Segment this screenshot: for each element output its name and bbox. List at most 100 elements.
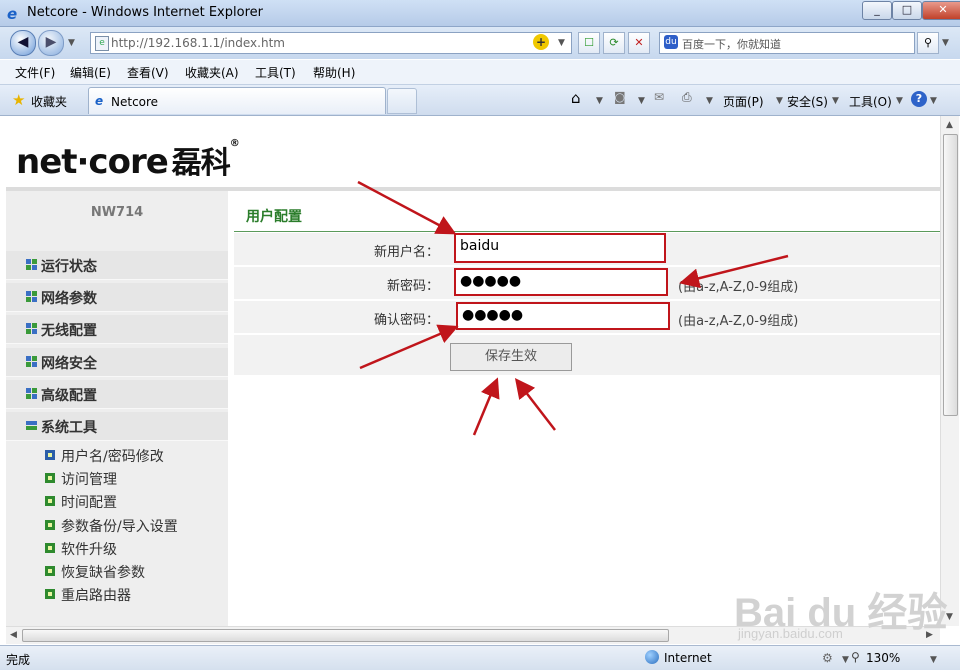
bullet-icon <box>45 473 55 483</box>
nav-system-tools[interactable]: 系统工具 <box>6 412 228 441</box>
nav-status[interactable]: 运行状态 <box>6 251 228 280</box>
security-zone: Internet <box>664 651 712 665</box>
ie-logo-icon: e <box>7 5 18 23</box>
save-row: 保存生效 <box>234 335 940 376</box>
new-tab-button[interactable] <box>387 88 417 114</box>
panel-title: 用户配置 <box>246 209 302 225</box>
help-icon[interactable]: ? <box>911 91 927 107</box>
horizontal-scroll-thumb[interactable] <box>22 629 669 642</box>
tab-title: Netcore <box>111 95 159 109</box>
safety-menu[interactable]: 安全(S) <box>787 93 828 110</box>
logo-text: net·core <box>16 142 169 182</box>
menu-help[interactable]: 帮助(H) <box>313 64 355 81</box>
search-options-icon[interactable]: ▼ <box>942 38 949 48</box>
address-bar[interactable]: e http://192.168.1.1/index.htm + ▼ <box>90 32 572 54</box>
bullet-icon <box>45 589 55 599</box>
status-text: 完成 <box>6 653 31 667</box>
vertical-scrollbar[interactable]: ▲ ▼ <box>940 116 959 626</box>
username-label: 新用户名： <box>373 245 439 260</box>
stop-icon[interactable]: ✕ <box>628 32 650 54</box>
favorites-button[interactable]: 收藏夹 <box>31 93 67 110</box>
main-panel: 用户配置 新用户名： baidu 新密码： ●●●●● (由a-z,A-Z,0-… <box>234 191 940 626</box>
feeds-icon[interactable]: ◙ <box>614 90 626 104</box>
password-input[interactable]: ●●●●● <box>454 268 668 296</box>
favorites-star-icon[interactable]: ★ <box>12 91 25 109</box>
model-name: NW714 <box>90 205 144 220</box>
nav-wireless[interactable]: 无线配置 <box>6 315 228 344</box>
history-dropdown-icon[interactable]: ▼ <box>68 38 75 48</box>
nav-advanced-label: 高级配置 <box>41 388 97 404</box>
search-box[interactable]: du 百度一下，你就知道 <box>659 32 915 54</box>
nav-network[interactable]: 网络参数 <box>6 283 228 312</box>
zoom-level[interactable]: 130% <box>866 651 900 665</box>
nav-advanced[interactable]: 高级配置 <box>6 380 228 409</box>
grid-icon <box>26 291 37 302</box>
page-menu[interactable]: 页面(P) <box>723 93 764 110</box>
window-title-bar: e Netcore - Windows Internet Explorer _ … <box>0 0 960 27</box>
home-icon[interactable]: ⌂ <box>571 89 581 107</box>
address-dropdown-icon[interactable]: ▼ <box>558 38 565 48</box>
menu-bar: 文件(F) 编辑(E) 查看(V) 收藏夹(A) 工具(T) 帮助(H) <box>0 60 960 85</box>
zoom-dropdown-icon[interactable]: ▼ <box>930 655 937 665</box>
vertical-scroll-thumb[interactable] <box>943 134 958 416</box>
page-icon: e <box>95 36 109 51</box>
password-label: 新密码： <box>386 279 439 294</box>
refresh-icon[interactable]: ⟳ <box>603 32 625 54</box>
menu-tools[interactable]: 工具(T) <box>255 64 296 81</box>
scroll-left-icon[interactable]: ◀ <box>10 630 17 640</box>
minimize-button[interactable]: _ <box>862 1 892 20</box>
zone-dropdown-icon[interactable]: ▼ <box>842 655 849 665</box>
logo-cn: 磊科 <box>171 146 231 181</box>
compat-view-icon[interactable]: + <box>533 34 549 50</box>
home-dropdown-icon[interactable]: ▼ <box>596 96 603 106</box>
page-content: net·core 磊科® NW714 运行状态 网络参数 无线配置 网络安全 高级… <box>6 116 940 626</box>
url-text[interactable]: http://192.168.1.1/index.htm <box>111 36 285 50</box>
nav-wireless-label: 无线配置 <box>41 323 97 339</box>
scroll-up-icon[interactable]: ▲ <box>946 120 953 130</box>
title-rule <box>234 231 940 232</box>
grid-icon <box>26 356 37 367</box>
close-window-button[interactable]: ✕ <box>922 1 960 20</box>
rss-compat-icon[interactable]: ☐ <box>578 32 600 54</box>
menu-edit[interactable]: 编辑(E) <box>70 64 111 81</box>
confirm-input[interactable]: ●●●●● <box>456 302 670 330</box>
zoom-icon[interactable]: ⚲ <box>851 650 860 664</box>
confirm-label: 确认密码： <box>373 313 439 328</box>
protected-mode-icon[interactable]: ⚙ <box>822 651 833 665</box>
mail-icon[interactable]: ✉ <box>654 90 664 104</box>
watermark-url: jingyan.baidu.com <box>738 626 843 641</box>
menu-favorites[interactable]: 收藏夹(A) <box>185 64 239 81</box>
search-placeholder[interactable]: 百度一下，你就知道 <box>682 36 781 52</box>
search-go-icon[interactable]: ⚲ <box>917 32 939 54</box>
menu-view[interactable]: 查看(V) <box>127 64 169 81</box>
username-row: 新用户名： baidu <box>234 233 940 266</box>
forward-button[interactable]: ▶ <box>38 30 64 56</box>
username-input[interactable]: baidu <box>454 233 666 263</box>
bullet-icon <box>45 520 55 530</box>
print-dropdown-icon[interactable]: ▼ <box>706 96 713 106</box>
address-toolbar: ◀ ▶ ▼ e http://192.168.1.1/index.htm + ▼… <box>0 27 960 59</box>
maximize-button[interactable]: □ <box>892 1 922 20</box>
feeds-dropdown-icon[interactable]: ▼ <box>638 96 645 106</box>
back-button[interactable]: ◀ <box>10 30 36 56</box>
confirm-hint: (由a-z,A-Z,0-9组成) <box>678 314 799 329</box>
nav-security-label: 网络安全 <box>41 356 97 372</box>
nav-system-tools-label: 系统工具 <box>41 420 97 436</box>
menu-file[interactable]: 文件(F) <box>15 64 55 81</box>
bullet-icon <box>45 496 55 506</box>
confirm-row: 确认密码： ●●●●● (由a-z,A-Z,0-9组成) <box>234 301 940 334</box>
grid-icon <box>26 323 37 334</box>
save-button[interactable]: 保存生效 <box>450 343 572 371</box>
baidu-paw-icon: du <box>664 35 678 49</box>
tab-bar: ★ 收藏夹 e Netcore ⌂ ▼ ◙ ▼ ✉ ⎙ ▼ 页面(P) ▼ 安全… <box>0 85 960 116</box>
nav-network-label: 网络参数 <box>41 291 97 307</box>
grid-icon <box>26 259 37 270</box>
safety-dropdown-icon: ▼ <box>832 96 839 106</box>
nav-security[interactable]: 网络安全 <box>6 348 228 377</box>
tab-page-icon: e <box>95 94 104 108</box>
status-bar: 完成 Internet ⚙ ▼ ⚲ 130% ▼ <box>0 645 960 670</box>
help-dropdown-icon[interactable]: ▼ <box>930 96 937 106</box>
tab-netcore[interactable]: e Netcore <box>88 87 386 114</box>
tools-menu[interactable]: 工具(O) <box>849 93 892 110</box>
print-icon[interactable]: ⎙ <box>682 90 692 105</box>
